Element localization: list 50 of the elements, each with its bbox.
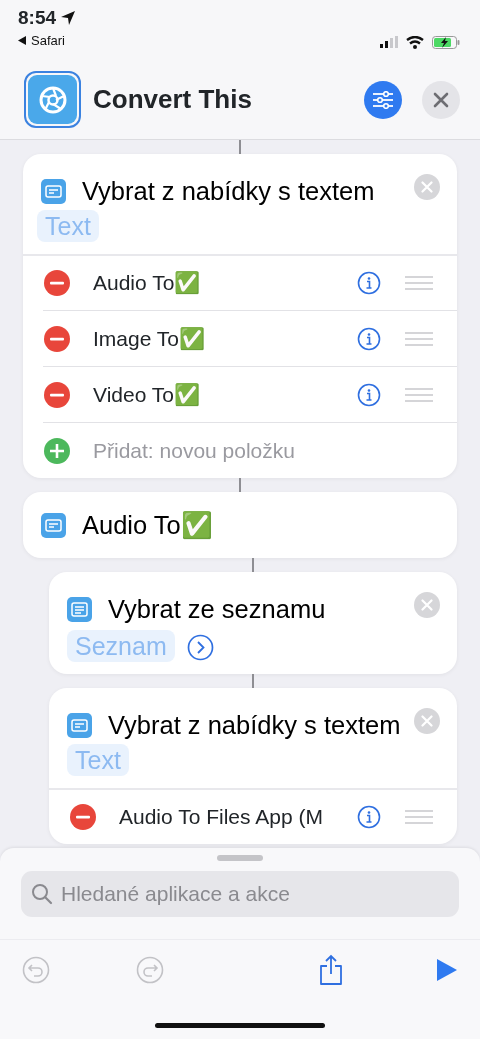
back-link[interactable]: Safari — [18, 31, 77, 51]
signal-icon — [380, 36, 398, 48]
menu-item-label[interactable]: Image To✅ — [93, 322, 357, 355]
drag-handle-icon[interactable] — [405, 331, 433, 346]
close-icon — [421, 715, 433, 727]
location-icon — [60, 9, 77, 26]
battery-icon — [432, 35, 460, 49]
close-icon — [433, 91, 449, 108]
wifi-icon — [406, 35, 424, 49]
undo-icon — [22, 955, 50, 984]
run-button[interactable] — [436, 957, 458, 982]
aperture-icon — [37, 84, 68, 115]
list-icon — [67, 597, 92, 622]
drag-handle-icon[interactable] — [405, 810, 433, 824]
drag-handle-icon[interactable] — [405, 387, 433, 402]
menu-item-label[interactable]: Video To✅ — [93, 378, 357, 411]
action-title: Vybrat ze seznamu — [108, 595, 326, 623]
close-button[interactable] — [422, 80, 460, 119]
share-button[interactable] — [318, 953, 344, 986]
play-icon — [436, 957, 458, 982]
settings-button[interactable] — [364, 80, 402, 119]
info-icon[interactable] — [357, 271, 381, 295]
sliders-icon — [372, 90, 394, 109]
menu-icon — [41, 513, 66, 538]
add-icon[interactable] — [43, 436, 71, 465]
close-icon — [421, 181, 433, 193]
status-time: 8:54 — [18, 8, 57, 27]
back-arrow-icon — [18, 36, 27, 46]
share-icon — [318, 953, 344, 986]
menu-item-label[interactable]: Audio To✅ — [93, 267, 357, 299]
info-icon[interactable] — [357, 326, 381, 351]
close-icon — [421, 599, 433, 611]
action-title: Audio To✅ — [82, 511, 213, 539]
redo-icon — [136, 955, 164, 984]
info-icon[interactable] — [357, 805, 381, 829]
remove-icon[interactable] — [69, 803, 97, 831]
menu-icon — [67, 713, 92, 738]
action-title: Vybrat z nabídky s textem — [108, 711, 401, 739]
chevron-circle-icon[interactable] — [186, 634, 214, 661]
remove-icon[interactable] — [43, 269, 71, 297]
remove-icon[interactable] — [43, 380, 71, 409]
shortcut-title: Convert This — [93, 83, 253, 116]
action-title: Vybrat z nabídky s textem — [82, 177, 375, 205]
menu-icon — [41, 179, 66, 204]
app-icon[interactable] — [24, 71, 81, 128]
remove-icon[interactable] — [43, 324, 71, 353]
drag-handle-icon[interactable] — [405, 276, 433, 290]
search-field[interactable]: Hledané aplikace a akce — [21, 871, 459, 917]
menu-item-label[interactable]: Audio To Files App (M — [119, 801, 357, 833]
info-icon[interactable] — [357, 382, 381, 407]
